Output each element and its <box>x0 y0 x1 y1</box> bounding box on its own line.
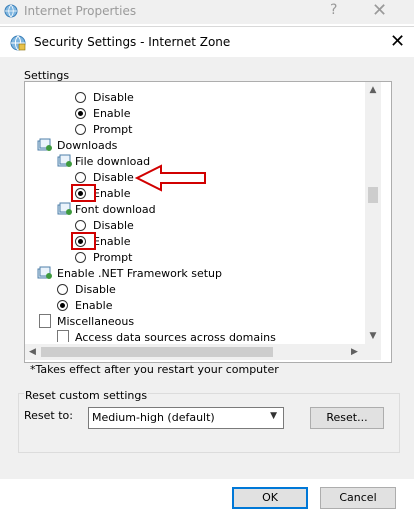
scroll-up-arrow-icon[interactable]: ▲ <box>365 82 381 98</box>
radio-enable[interactable] <box>57 300 68 311</box>
annotation-arrow-icon <box>135 164 206 192</box>
ok-button[interactable]: OK <box>232 487 308 509</box>
document-icon <box>57 330 69 342</box>
settings-category-icon <box>37 138 52 151</box>
radio-disable[interactable] <box>75 92 86 103</box>
dialog-close-button[interactable]: ✕ <box>390 31 405 52</box>
radio-prompt[interactable] <box>75 252 86 263</box>
security-settings-dialog: Security Settings - Internet Zone ✕ Sett… <box>0 26 414 509</box>
radio-prompt[interactable] <box>75 124 86 135</box>
option-label: Enable <box>93 235 131 248</box>
chevron-down-icon: ▼ <box>270 411 277 421</box>
vertical-scroll-thumb[interactable] <box>368 187 378 203</box>
radio-disable[interactable] <box>57 284 68 295</box>
radio-disable[interactable] <box>75 220 86 231</box>
annotation-highlight-box <box>71 184 96 202</box>
horizontal-scroll-thumb[interactable] <box>41 347 273 357</box>
option-label: Disable <box>93 171 134 184</box>
dialog-titlebar: Security Settings - Internet Zone ✕ <box>0 27 414 57</box>
option-label: Enable <box>75 299 113 312</box>
option-label: Disable <box>75 283 116 296</box>
parent-window-titlebar: Internet Properties ? ✕ <box>0 0 414 24</box>
settings-category-icon <box>57 202 72 215</box>
parent-window-title: Internet Properties <box>24 4 137 18</box>
settings-category-icon <box>37 266 52 279</box>
radio-disable[interactable] <box>75 172 86 183</box>
miscellaneous-label: Miscellaneous <box>57 315 135 328</box>
scrollbar-corner <box>365 344 381 360</box>
settings-category-icon <box>57 154 72 167</box>
restart-note: *Takes effect after you restart your com… <box>30 363 279 376</box>
option-label: Disable <box>93 91 134 104</box>
scroll-left-arrow-icon[interactable]: ◀ <box>29 344 36 360</box>
radio-enable[interactable] <box>75 108 86 119</box>
vertical-scrollbar[interactable]: ▲ ▼ <box>365 82 381 344</box>
annotation-highlight-box <box>71 232 96 250</box>
reset-level-select[interactable]: Medium-high (default) ▼ <box>88 407 284 429</box>
option-label: Enable <box>93 187 131 200</box>
reset-group-label: Reset custom settings <box>24 389 149 402</box>
scroll-down-arrow-icon[interactable]: ▼ <box>365 328 381 344</box>
option-label: Disable <box>93 219 134 232</box>
font-download-label: Font download <box>75 203 156 216</box>
reset-button[interactable]: Reset... <box>310 407 384 429</box>
option-label: Prompt <box>93 123 133 136</box>
selected-level: Medium-high (default) <box>92 411 215 424</box>
net-setup-label: Enable .NET Framework setup <box>57 267 223 280</box>
settings-list[interactable]: Disable Enable Prompt Downloads File dow… <box>24 81 392 363</box>
option-label: Enable <box>93 107 131 120</box>
document-icon <box>39 314 51 328</box>
cut-item-label: Access data sources across domains <box>75 331 276 342</box>
reset-to-label: Reset to: <box>24 409 73 422</box>
cancel-button[interactable]: Cancel <box>320 487 396 509</box>
option-label: Prompt <box>93 251 133 264</box>
dialog-title: Security Settings - Internet Zone <box>34 35 231 49</box>
scroll-right-arrow-icon[interactable]: ▶ <box>351 344 358 360</box>
internet-globe-icon <box>4 4 18 18</box>
horizontal-scrollbar[interactable]: ◀ ▶ <box>25 344 365 360</box>
downloads-label: Downloads <box>57 139 118 152</box>
settings-tree: Disable Enable Prompt Downloads File dow… <box>33 82 363 342</box>
help-button[interactable]: ? <box>330 2 337 18</box>
parent-close-button[interactable]: ✕ <box>372 0 387 21</box>
internet-zone-icon <box>10 35 26 51</box>
